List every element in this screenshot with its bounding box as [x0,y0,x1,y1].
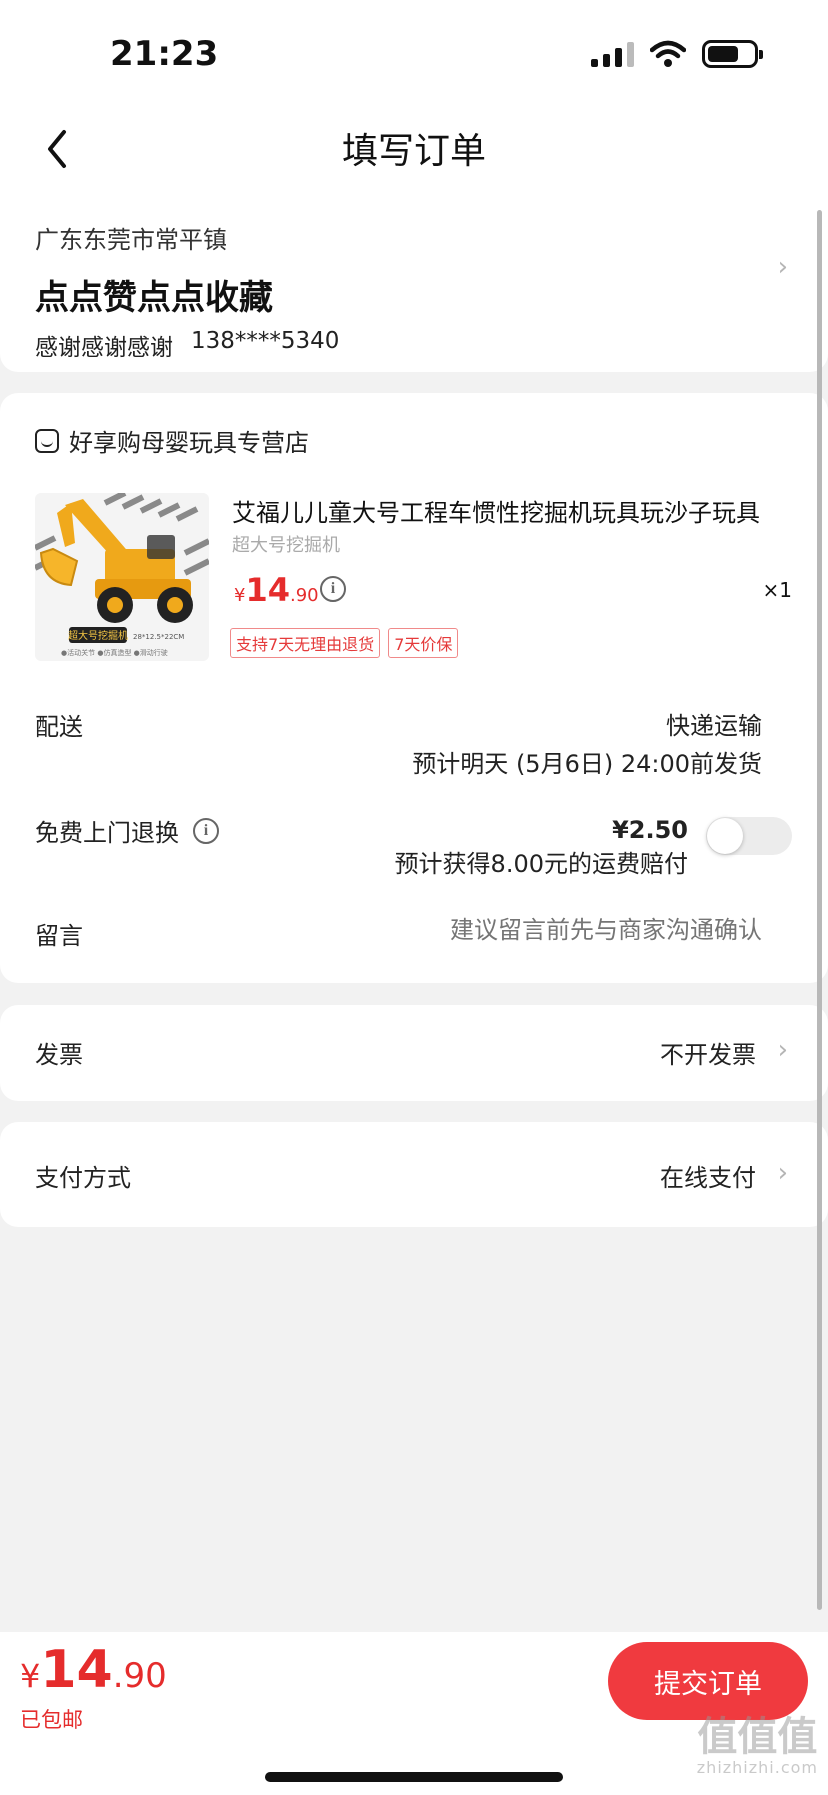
recipient-name: 感谢感谢感谢 [35,335,173,361]
home-indicator[interactable] [265,1772,563,1782]
delivery-method: 快递运输 [666,712,762,740]
tag-price-protection: 7天价保 [388,628,459,658]
tag-return-policy: 支持7天无理由退货 [230,628,381,658]
status-time: 21:23 [110,34,219,74]
return-service-note: 预计获得8.00元的运费赔付 [394,850,688,878]
watermark: 值值值 zhizhizhi.com [697,1715,818,1777]
address-contact: 感谢感谢感谢 138****5340 [35,328,339,362]
return-service-price: ¥2.50 [612,816,688,844]
cellular-signal-icon [591,41,634,67]
product-price: ¥ 14 .90 [234,571,319,609]
delivery-info: 快递运输 预计明天 (5月6日) 24:00前发货 [412,707,762,783]
scrollbar[interactable] [817,210,822,1610]
wifi-icon [650,40,686,67]
address-card[interactable]: 广东东莞市常平镇 点点赞点点收藏 感谢感谢感谢 138****5340 › [0,190,828,372]
submit-order-button[interactable]: 提交订单 [608,1642,808,1720]
return-service-label-row: 免费上门退换 i [35,813,219,848]
shipping-status: 已包邮 [20,1708,83,1732]
return-info-icon[interactable]: i [193,817,219,844]
image-label: 超大号挖掘机 [68,629,128,642]
order-card: 好享购母婴玩具专营店 超大号挖掘机 28*12.5*22CM ●活动关节 ●仿真… [0,393,828,983]
return-service-info: ¥2.50 预计获得8.00元的运费赔付 [395,813,688,881]
address-region: 广东东莞市常平镇 [35,226,227,254]
return-service-label: 免费上门退换 [35,819,179,847]
product-title[interactable]: 艾福儿儿童大号工程车惯性挖掘机玩具玩沙子玩具 [232,493,792,528]
shop-header[interactable]: 好享购母婴玩具专营店 [35,423,309,458]
chevron-right-icon: › [777,252,788,282]
payment-label: 支付方式 [35,1164,131,1192]
watermark-logo: 值值值 [697,1714,818,1760]
invoice-value: 不开发票 [660,1041,756,1069]
message-input[interactable] [362,916,762,944]
delivery-label: 配送 [35,713,83,741]
excavator-image: 超大号挖掘机 28*12.5*22CM ●活动关节 ●仿真造型 ●滑动行驶 [35,493,209,661]
image-size: 28*12.5*22CM [133,633,184,641]
delivery-eta: 预计明天 (5月6日) 24:00前发货 [412,750,762,778]
shop-name: 好享购母婴玩具专营店 [69,429,309,457]
return-service-toggle[interactable] [706,817,792,855]
battery-icon [702,40,763,68]
status-icons [591,40,763,68]
payment-value: 在线支付 [660,1164,756,1192]
product-spec: 超大号挖掘机 [232,535,340,556]
nav-bar: 填写订单 [0,100,828,200]
payment-card[interactable]: 支付方式 在线支付 › [0,1122,828,1227]
chevron-right-icon: › [777,1158,788,1188]
product-quantity: ×1 [762,578,792,602]
chevron-right-icon: › [777,1035,788,1065]
invoice-label: 发票 [35,1041,83,1069]
address-detail: 点点赞点点收藏 [35,278,273,318]
image-features: ●活动关节 ●仿真造型 ●滑动行驶 [61,648,168,657]
total-price: ¥ 14 .90 [20,1640,167,1700]
invoice-card[interactable]: 发票 不开发票 › [0,1005,828,1101]
product-image[interactable]: 超大号挖掘机 28*12.5*22CM ●活动关节 ●仿真造型 ●滑动行驶 [35,493,209,661]
recipient-phone: 138****5340 [191,328,340,354]
shop-icon [35,428,59,453]
price-info-icon[interactable]: i [320,576,346,602]
service-tags: 支持7天无理由退货 7天价保 [230,628,459,658]
page-title: 填写订单 [341,131,486,172]
status-bar: 21:23 [0,0,828,100]
watermark-site: zhizhizhi.com [696,1758,818,1777]
message-label: 留言 [35,922,83,950]
